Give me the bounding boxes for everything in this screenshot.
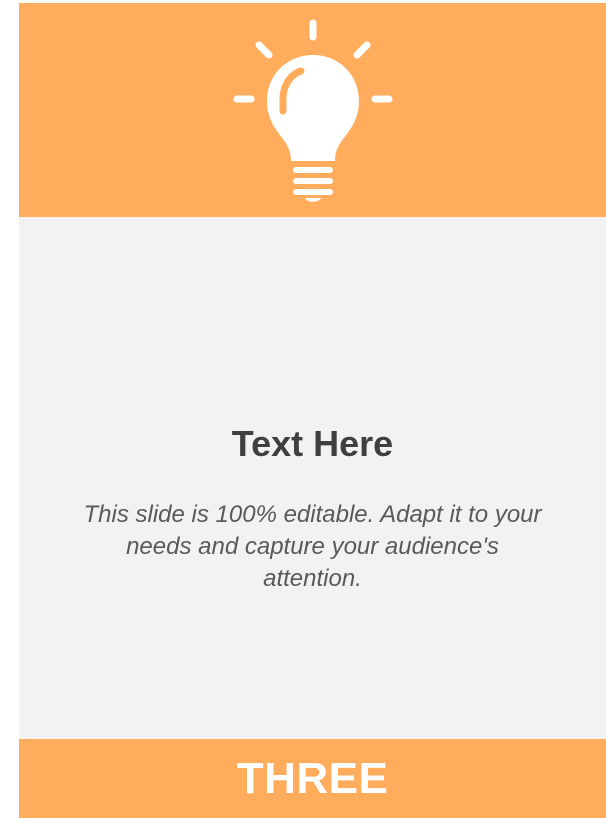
card-body: Text Here This slide is 100% editable. A…: [19, 217, 606, 739]
info-card: Text Here This slide is 100% editable. A…: [19, 3, 606, 818]
card-title: Text Here: [231, 423, 394, 464]
card-description: This slide is 100% editable. Adapt it to…: [83, 501, 542, 592]
card-label: THREE: [236, 753, 389, 803]
lightbulb-icon: [233, 19, 393, 202]
card-header: [19, 3, 606, 217]
card-footer: THREE: [19, 739, 606, 818]
